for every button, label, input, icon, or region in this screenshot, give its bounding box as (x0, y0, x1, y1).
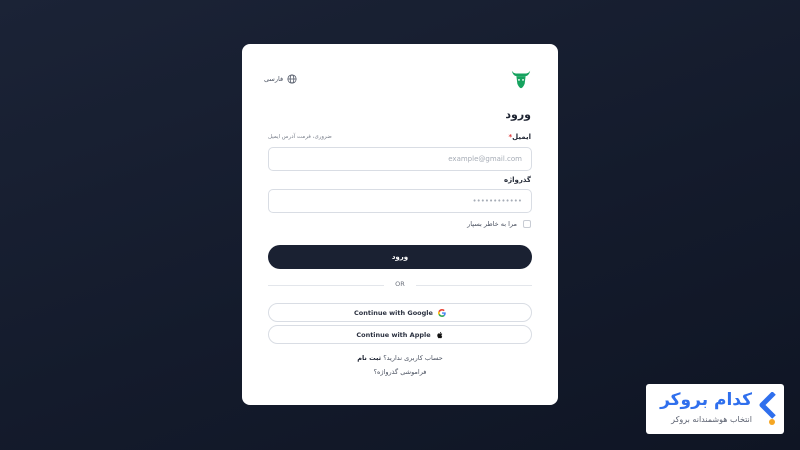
signup-prompt: حساب کاربری ندارید؟ ثبت نام (242, 354, 558, 362)
brand-tagline: انتخاب هوشمندانه بروکر (671, 415, 752, 424)
google-icon (437, 308, 446, 317)
page-title: ورود (505, 108, 531, 121)
email-label-text: ایمیل (512, 133, 531, 141)
email-hint: ضروری، فرمت آدرس ایمیل (268, 134, 332, 140)
login-button[interactable]: ورود (268, 245, 532, 269)
signup-text: حساب کاربری ندارید؟ (383, 354, 443, 362)
or-divider: OR (268, 280, 532, 290)
login-card: فارسی ورود ایمیل* ضروری، فرمت آدرس ایمیل… (242, 44, 558, 405)
language-switcher[interactable]: فارسی (264, 74, 297, 84)
brand-watermark: کدام بروکر انتخاب هوشمندانه بروکر (646, 384, 784, 434)
remember-label: مرا به خاطر بسپار (467, 220, 517, 228)
divider-line (416, 285, 532, 286)
email-field[interactable] (268, 147, 532, 171)
password-label: گذرواژه (503, 176, 531, 184)
language-label: فارسی (264, 75, 284, 83)
brand-name: کدام بروکر (660, 390, 752, 410)
globe-icon (287, 74, 297, 84)
forgot-password-link[interactable]: فراموشی گذرواژه؟ (242, 368, 558, 376)
apple-icon (436, 331, 442, 338)
apple-button-label: Continue with Apple (356, 330, 431, 339)
bull-logo-icon (511, 70, 531, 89)
apple-signin-button[interactable]: Continue with Apple (268, 325, 532, 344)
google-button-label: Continue with Google (354, 308, 433, 317)
signup-link[interactable]: ثبت نام (357, 354, 381, 362)
email-label: ایمیل* (509, 133, 532, 141)
password-field[interactable] (268, 189, 532, 213)
remember-checkbox[interactable] (523, 220, 531, 228)
google-signin-button[interactable]: Continue with Google (268, 303, 532, 322)
brand-logo-icon (759, 392, 776, 425)
remember-me: مرا به خاطر بسپار (467, 220, 531, 228)
or-text: OR (395, 280, 405, 288)
